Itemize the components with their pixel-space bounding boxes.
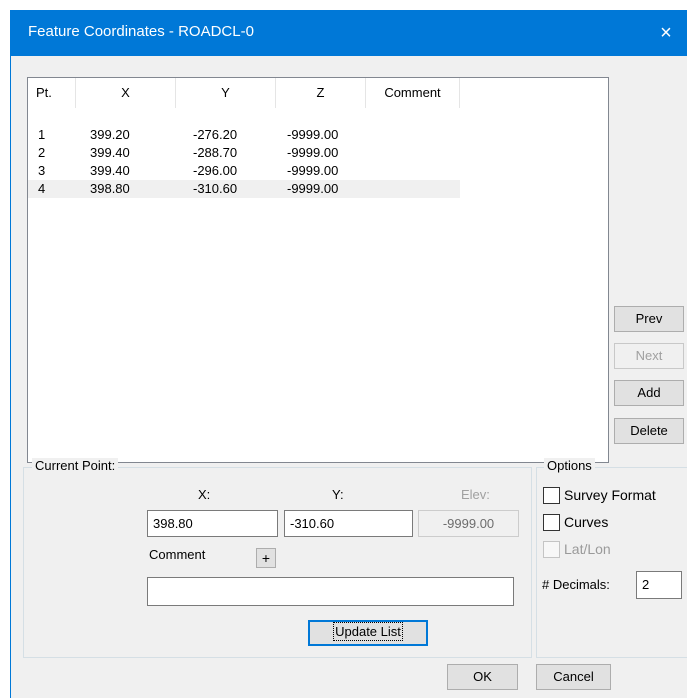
y-field[interactable]: -310.60	[284, 510, 413, 537]
x-label: X:	[198, 487, 211, 502]
cell-x: 399.20	[90, 127, 130, 142]
survey-format-checkbox[interactable]	[543, 487, 560, 504]
cancel-button[interactable]: Cancel	[536, 664, 611, 690]
cell-x: 399.40	[90, 163, 130, 178]
column-header-pt[interactable]: Pt.	[28, 78, 76, 108]
curves-label[interactable]: Curves	[564, 514, 608, 530]
cell-pt: 4	[38, 181, 46, 196]
cell-z: -9999.00	[287, 127, 339, 142]
cell-y: -310.60	[193, 181, 238, 196]
elev-field: -9999.00	[418, 510, 519, 537]
elev-label: Elev:	[461, 487, 490, 502]
table-row[interactable]: 1 399.20 -276.20 -9999.00	[28, 126, 460, 144]
coordinates-list[interactable]: Pt. X Y Z Comment 1 399.20 -276.20 -9999…	[27, 77, 609, 463]
add-button[interactable]: Add	[614, 380, 684, 406]
title-bar: Feature Coordinates - ROADCL-0 ×	[11, 10, 687, 56]
feature-coordinates-dialog: Feature Coordinates - ROADCL-0 × Pt. X Y…	[10, 10, 687, 698]
cell-pt: 1	[38, 127, 46, 142]
cell-y: -276.20	[193, 127, 238, 142]
column-header-z[interactable]: Z	[276, 78, 366, 108]
column-header-y[interactable]: Y	[176, 78, 276, 108]
prev-button[interactable]: Prev	[614, 306, 684, 332]
column-header-x[interactable]: X	[76, 78, 176, 108]
delete-button[interactable]: Delete	[614, 418, 684, 444]
y-label: Y:	[332, 487, 344, 502]
comment-add-button[interactable]: +	[256, 548, 276, 568]
next-button[interactable]: Next	[614, 343, 684, 369]
x-field[interactable]: 398.80	[147, 510, 278, 537]
ok-button[interactable]: OK	[447, 664, 518, 690]
cell-z: -9999.00	[287, 181, 339, 196]
cell-y: -296.00	[193, 163, 238, 178]
decimals-field[interactable]: 2	[636, 571, 682, 599]
comment-field[interactable]	[147, 577, 514, 606]
update-list-button[interactable]: Update List	[308, 620, 428, 646]
table-row[interactable]: 3 399.40 -296.00 -9999.00	[28, 162, 460, 180]
dialog-title: Feature Coordinates - ROADCL-0	[28, 23, 254, 40]
cell-z: -9999.00	[287, 145, 339, 160]
lat-lon-label: Lat/Lon	[564, 541, 611, 557]
cell-x: 398.80	[90, 181, 130, 196]
table-row[interactable]: 2 399.40 -288.70 -9999.00	[28, 144, 460, 162]
comment-label: Comment	[149, 547, 206, 562]
survey-format-label[interactable]: Survey Format	[564, 487, 656, 503]
decimals-label: # Decimals:	[542, 577, 610, 592]
current-point-group	[23, 467, 532, 658]
cell-y: -288.70	[193, 145, 238, 160]
column-header-comment[interactable]: Comment	[366, 78, 460, 108]
current-point-label: Current Point:	[32, 458, 119, 473]
close-icon[interactable]: ×	[644, 10, 687, 56]
update-list-label: Update List	[333, 622, 403, 641]
cell-pt: 2	[38, 145, 46, 160]
table-row-selected[interactable]: 4 398.80 -310.60 -9999.00	[28, 180, 460, 198]
curves-checkbox[interactable]	[543, 514, 560, 531]
lat-lon-checkbox	[543, 541, 560, 558]
cell-z: -9999.00	[287, 163, 339, 178]
options-label: Options	[544, 458, 595, 473]
cell-x: 399.40	[90, 145, 130, 160]
cell-pt: 3	[38, 163, 46, 178]
